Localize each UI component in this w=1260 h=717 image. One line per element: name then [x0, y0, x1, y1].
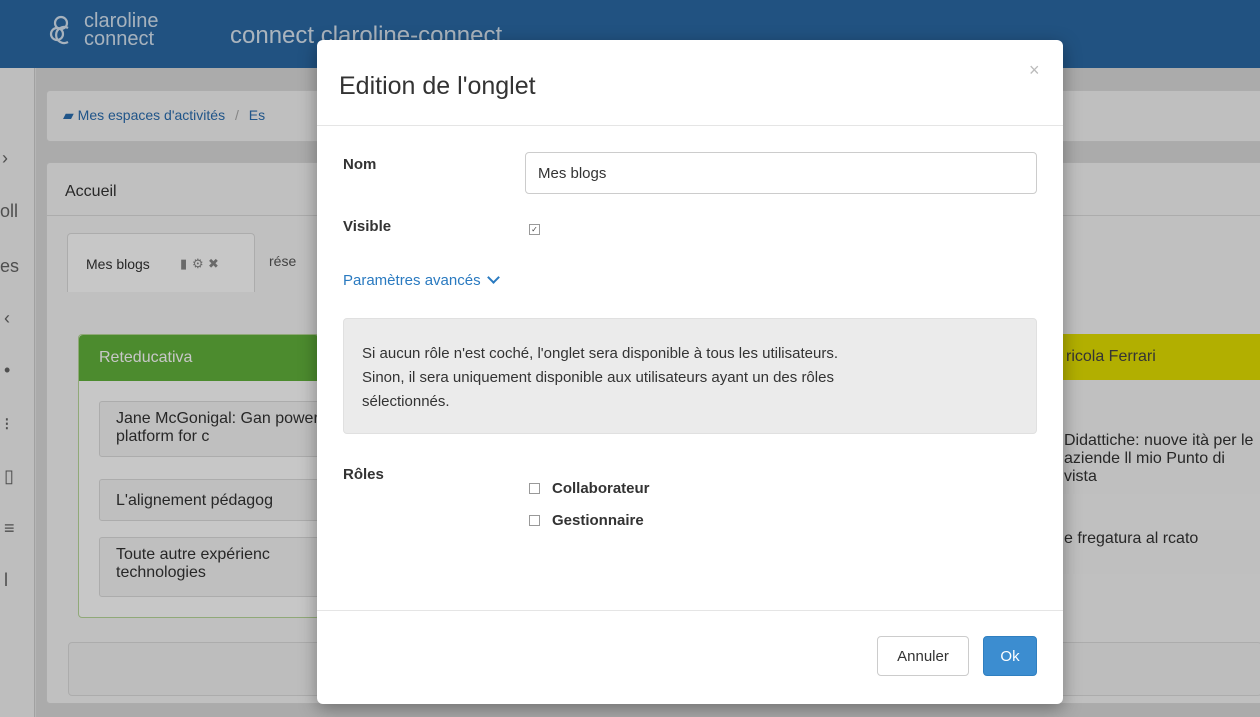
name-label: Nom — [343, 156, 377, 173]
chevron-down-icon — [486, 271, 500, 284]
modal-title: Edition de l'onglet — [339, 72, 536, 100]
role-checkbox[interactable] — [529, 514, 540, 526]
role-checkbox[interactable] — [529, 482, 540, 494]
ok-button[interactable]: Ok — [983, 636, 1037, 676]
close-icon[interactable]: × — [1029, 60, 1040, 81]
edit-tab-modal: Edition de l'onglet × Nom Visible ✓ Para… — [317, 40, 1063, 704]
role-gestionnaire[interactable]: Gestionnaire — [529, 512, 644, 529]
advanced-settings-toggle[interactable]: Paramètres avancés — [343, 271, 500, 289]
info-line: Sinon, il sera uniquement disponible aux… — [362, 369, 834, 386]
visible-label: Visible — [343, 218, 392, 235]
info-line: Si aucun rôle n'est coché, l'onglet sera… — [362, 345, 839, 362]
advanced-settings-label: Paramètres avancés — [343, 272, 481, 289]
divider — [317, 125, 1063, 126]
visible-checkbox[interactable]: ✓ — [529, 224, 540, 235]
roles-label: Rôles — [343, 466, 384, 483]
role-collaborateur[interactable]: Collaborateur — [529, 480, 650, 497]
info-line: sélectionnés. — [362, 393, 450, 410]
name-input[interactable] — [525, 152, 1037, 194]
roles-info-box: Si aucun rôle n'est coché, l'onglet sera… — [343, 318, 1037, 434]
role-label: Collaborateur — [552, 480, 650, 497]
divider — [317, 610, 1063, 611]
role-label: Gestionnaire — [552, 512, 644, 529]
cancel-button[interactable]: Annuler — [877, 636, 969, 676]
